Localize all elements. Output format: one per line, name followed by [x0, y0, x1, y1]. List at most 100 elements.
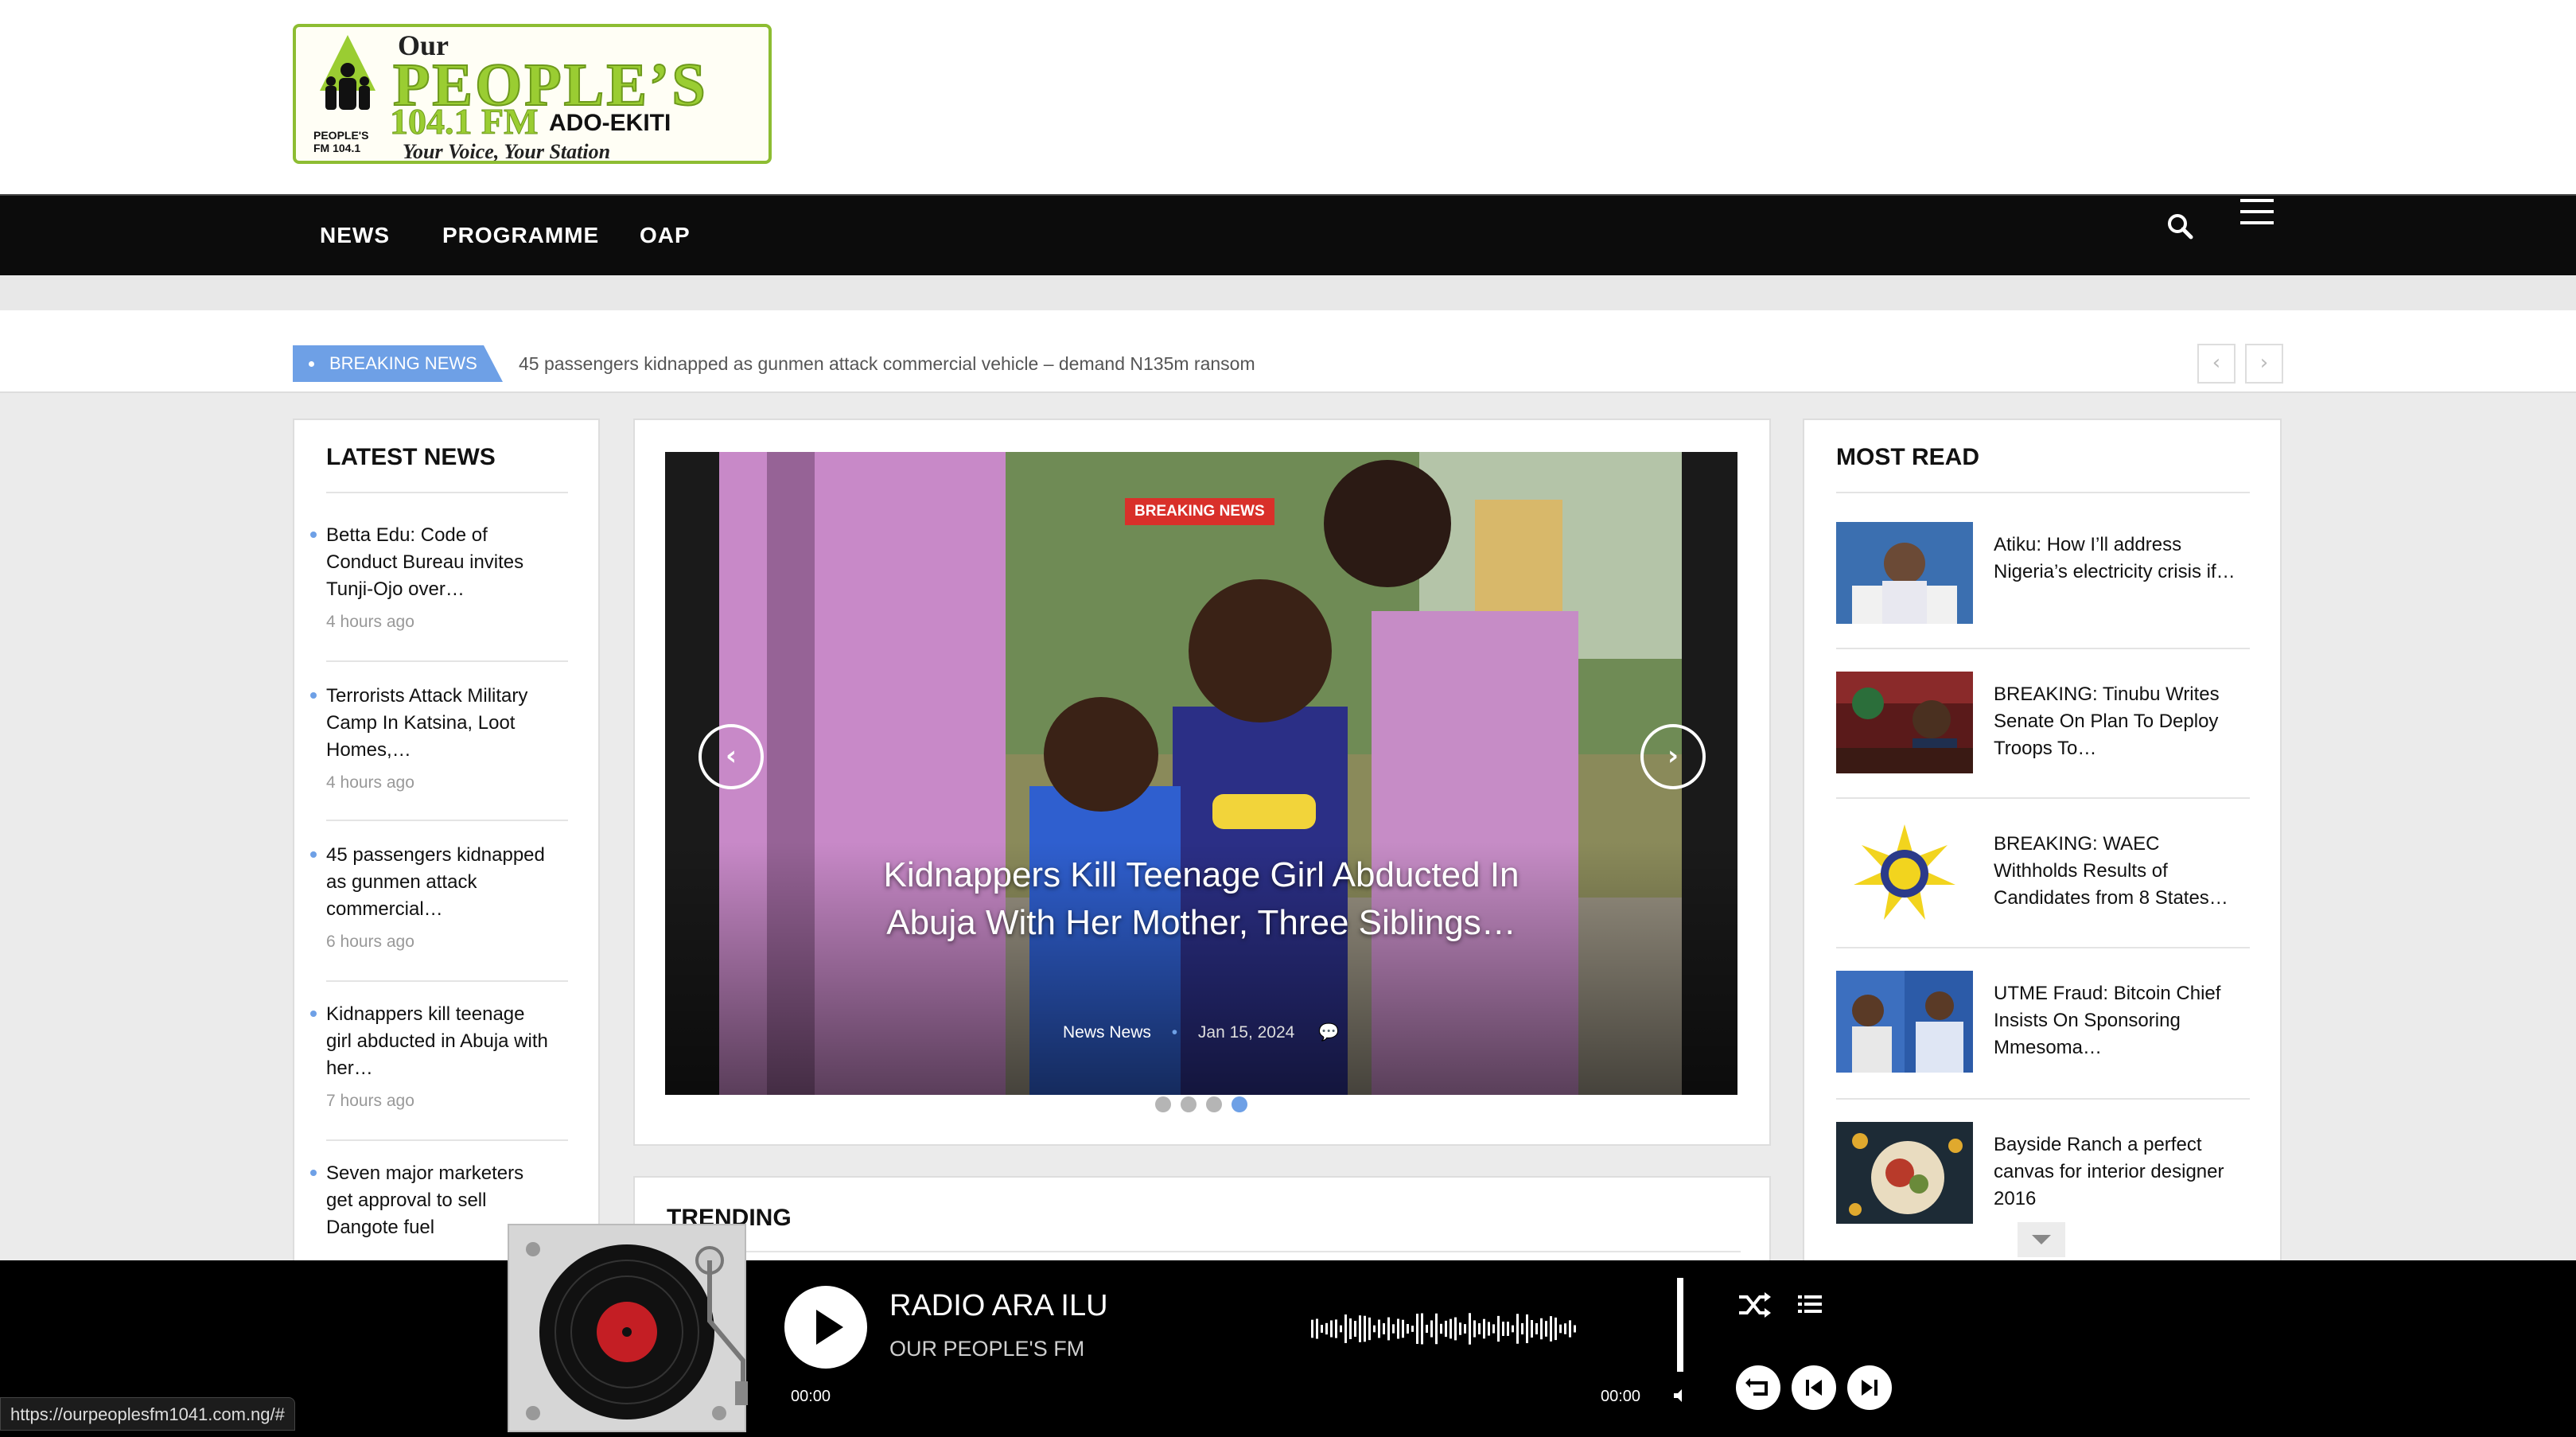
scroll-more-button[interactable] [2018, 1222, 2065, 1257]
bullet-icon [310, 851, 317, 858]
slide-meta-date: Jan 15, 2024 [1197, 1023, 1295, 1042]
slider-dot[interactable] [1181, 1096, 1197, 1112]
search-icon[interactable] [2165, 212, 2194, 240]
waveform-bar [1555, 1317, 1557, 1341]
waveform-bar [1344, 1314, 1347, 1343]
article-thumbnail[interactable] [1836, 821, 1973, 923]
slide-category-badge[interactable]: BREAKING NEWS [1125, 498, 1274, 525]
most-read-item[interactable]: UTME Fraud: Bitcoin Chief Insists On Spo… [1836, 971, 2250, 1082]
featured-slide[interactable] [665, 452, 1737, 1095]
repeat-icon [1745, 1378, 1768, 1396]
article-thumbnail[interactable] [1836, 522, 1973, 624]
waveform-bar [1397, 1318, 1399, 1339]
waveform-icon [1311, 1313, 1576, 1345]
waveform-bar [1392, 1324, 1395, 1334]
waveform-bar [1368, 1317, 1371, 1341]
divider [1836, 648, 2250, 649]
comment-icon[interactable]: 💬 [1318, 1023, 1339, 1042]
slider-prev-arrow[interactable]: ‹ [698, 724, 764, 789]
waveform-bar [1430, 1320, 1433, 1338]
most-read-title: MOST READ [1836, 444, 1979, 470]
bullet-icon [310, 1170, 317, 1176]
most-read-item-title[interactable]: UTME Fraud: Bitcoin Chief Insists On Spo… [1994, 980, 2248, 1061]
nav-oap[interactable]: OAP [640, 223, 691, 248]
breaking-news-headline[interactable]: 45 passengers kidnapped as gunmen attack… [519, 353, 1255, 375]
waveform-bar [1473, 1320, 1476, 1338]
site-logo[interactable]: Our PEOPLE’S 104.1 FM ADO-EKITI Your Voi… [293, 24, 772, 164]
most-read-item[interactable]: BREAKING: WAEC Withholds Results of Cand… [1836, 821, 2250, 933]
most-read-item[interactable]: BREAKING: Tinubu Writes Senate On Plan T… [1836, 672, 2250, 783]
waveform-bar [1383, 1323, 1385, 1334]
waveform-bar [1459, 1322, 1461, 1335]
ticker-next-button[interactable]: › [2245, 344, 2283, 384]
article-thumbnail[interactable] [1836, 971, 1973, 1073]
shuffle-icon[interactable] [1737, 1291, 1771, 1319]
slider-dot-active[interactable] [1232, 1096, 1247, 1112]
latest-news-item[interactable]: Kidnappers kill teenage girl abducted in… [310, 1001, 552, 1111]
logo-frequency: 104.1 FM [390, 101, 539, 142]
waveform-bar [1569, 1320, 1571, 1338]
slider-dot[interactable] [1206, 1096, 1222, 1112]
logo-figures-icon [320, 35, 376, 110]
waveform-bar [1531, 1319, 1533, 1338]
most-read-item-title[interactable]: BREAKING: Tinubu Writes Senate On Plan T… [1994, 681, 2248, 762]
divider [1836, 1098, 2250, 1100]
waveform-bar [1545, 1321, 1547, 1337]
waveform-bar [1469, 1313, 1471, 1345]
skip-back-icon [1806, 1380, 1822, 1396]
ticker-prev-button[interactable]: ‹ [2197, 344, 2236, 384]
volume-slider[interactable] [1677, 1278, 1683, 1372]
latest-news-item-title[interactable]: 45 passengers kidnapped as gunmen attack… [326, 842, 552, 923]
repeat-button[interactable] [1736, 1365, 1780, 1410]
divider [667, 1251, 1741, 1252]
most-read-item-title[interactable]: Atiku: How I’ll address Nigeria’s electr… [1994, 532, 2248, 586]
waveform-bar [1478, 1323, 1481, 1334]
slider-dot[interactable] [1155, 1096, 1171, 1112]
waveform-bar [1373, 1325, 1376, 1333]
divider [1836, 947, 2250, 948]
divider [326, 492, 568, 493]
latest-news-item-time: 6 hours ago [326, 933, 414, 951]
waveform-bar [1316, 1318, 1318, 1339]
latest-news-item[interactable]: 45 passengers kidnapped as gunmen attack… [310, 842, 552, 952]
waveform-bar [1364, 1315, 1366, 1342]
most-read-item-title[interactable]: BREAKING: WAEC Withholds Results of Cand… [1994, 831, 2248, 912]
play-button[interactable] [784, 1286, 867, 1369]
latest-news-item-title[interactable]: Terrorists Attack Military Camp In Katsi… [326, 683, 552, 764]
waveform-bar [1454, 1317, 1457, 1341]
waveform-bar [1564, 1323, 1566, 1334]
waveform-bar [1574, 1325, 1576, 1333]
volume-icon[interactable] [1671, 1386, 1690, 1405]
nav-programme[interactable]: PROGRAMME [442, 223, 599, 248]
article-thumbnail[interactable] [1836, 1122, 1973, 1224]
vinyl-record-icon [526, 1242, 753, 1420]
slide-headline[interactable]: Kidnappers Kill Teenage Girl Abducted In… [875, 851, 1527, 947]
most-read-item[interactable]: Bayside Ranch a perfect canvas for inter… [1836, 1122, 2250, 1233]
nav-news[interactable]: NEWS [320, 223, 390, 248]
waveform-bar [1516, 1314, 1519, 1344]
most-read-item[interactable]: Atiku: How I’ll address Nigeria’s electr… [1836, 522, 2250, 633]
station-name: RADIO ARA ILU [889, 1289, 1108, 1322]
previous-button[interactable] [1792, 1365, 1836, 1410]
next-button[interactable] [1847, 1365, 1892, 1410]
playlist-icon[interactable] [1798, 1294, 1822, 1314]
latest-news-item-title[interactable]: Betta Edu: Code of Conduct Bureau invite… [326, 522, 552, 603]
waveform-bar [1464, 1324, 1466, 1334]
slide-meta-category[interactable]: News News [1063, 1023, 1151, 1042]
menu-icon[interactable] [2240, 199, 2274, 226]
turntable-artwork [508, 1224, 753, 1432]
article-thumbnail[interactable] [1836, 672, 1973, 773]
waveform-bar [1535, 1322, 1538, 1335]
latest-news-item-title[interactable]: Kidnappers kill teenage girl abducted in… [326, 1001, 552, 1082]
waveform-bar [1483, 1318, 1485, 1339]
slider-next-arrow[interactable]: › [1640, 724, 1706, 789]
divider [326, 660, 568, 662]
most-read-item-title[interactable]: Bayside Ranch a perfect canvas for inter… [1994, 1131, 2248, 1213]
waveform-bar [1325, 1322, 1328, 1335]
latest-news-item[interactable]: Terrorists Attack Military Camp In Katsi… [310, 683, 552, 792]
waveform-bar [1426, 1324, 1428, 1334]
latest-news-item[interactable]: Betta Edu: Code of Conduct Bureau invite… [310, 522, 552, 632]
logo-mini: PEOPLE'S FM 104.1 [313, 129, 369, 154]
bullet-icon [310, 1011, 317, 1017]
waveform-bar [1416, 1314, 1418, 1344]
